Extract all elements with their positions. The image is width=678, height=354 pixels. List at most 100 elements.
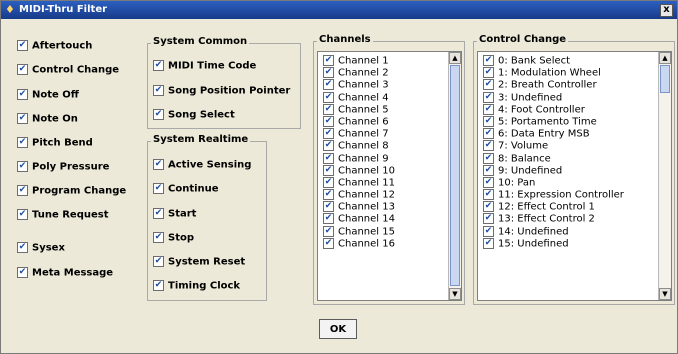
checked-icon[interactable]: ✔: [153, 232, 164, 243]
control-change-list[interactable]: ✔ 0: Bank Select ✔ 1: Modulation Wheel ✔ 2:…: [477, 51, 672, 301]
checked-icon[interactable]: ✔: [323, 91, 334, 103]
list-item[interactable]: ✔ 2: Breath Controller: [478, 79, 658, 91]
checked-icon[interactable]: ✔: [323, 103, 334, 115]
list-item[interactable]: ✔ Channel 14: [318, 213, 448, 225]
checked-icon[interactable]: ✔: [153, 60, 164, 71]
ok-button[interactable]: OK: [319, 319, 357, 339]
list-item[interactable]: ✔ 9: Undefined: [478, 164, 658, 177]
checked-icon[interactable]: ✔: [483, 176, 494, 188]
checkbox-start[interactable]: ✔ Start: [153, 208, 196, 221]
list-item[interactable]: ✔ 4: Foot Controller: [478, 103, 658, 116]
channels-list[interactable]: ✔ Channel 1 ✔ Channel 2 ✔ Channel 3 ✔ Channe…: [317, 51, 462, 301]
list-item[interactable]: ✔ Channel 16: [318, 237, 448, 250]
checkbox-program-change[interactable]: ✔ Program Change: [17, 185, 126, 198]
checked-icon[interactable]: ✔: [153, 109, 164, 120]
checked-icon[interactable]: ✔: [483, 67, 494, 79]
checked-icon[interactable]: ✔: [153, 85, 164, 96]
list-item[interactable]: ✔ Channel 11: [318, 176, 448, 189]
channels-scrollbar[interactable]: ▲ ▼: [448, 52, 461, 300]
checked-icon[interactable]: ✔: [323, 140, 334, 152]
list-item[interactable]: ✔ Channel 4: [318, 91, 448, 104]
list-item[interactable]: ✔ Channel 5: [318, 103, 448, 116]
checked-icon[interactable]: ✔: [483, 55, 494, 66]
checked-icon[interactable]: ✔: [153, 159, 164, 170]
list-item[interactable]: ✔ 5: Portamento Time: [478, 115, 658, 128]
list-item[interactable]: ✔ 3: Undefined: [478, 91, 658, 104]
list-item[interactable]: ✔ Channel 9: [318, 152, 448, 165]
checked-icon[interactable]: ✔: [323, 213, 334, 225]
checked-icon[interactable]: ✔: [483, 237, 494, 249]
scroll-thumb[interactable]: [450, 65, 460, 286]
checked-icon[interactable]: ✔: [323, 115, 334, 127]
checked-icon[interactable]: ✔: [323, 201, 334, 213]
checked-icon[interactable]: ✔: [17, 185, 28, 196]
checked-icon[interactable]: ✔: [17, 161, 28, 172]
checked-icon[interactable]: ✔: [17, 242, 28, 253]
list-item[interactable]: ✔ 15: Undefined: [478, 237, 658, 250]
list-item[interactable]: ✔ Channel 7: [318, 128, 448, 140]
checked-icon[interactable]: ✔: [17, 40, 28, 51]
checkbox-song-position-pointer[interactable]: ✔ Song Position Pointer: [153, 85, 290, 98]
checked-icon[interactable]: ✔: [17, 89, 28, 100]
checkbox-note-on[interactable]: ✔ Note On: [17, 113, 78, 126]
checked-icon[interactable]: ✔: [323, 67, 334, 79]
checkbox-control-change[interactable]: ✔ Control Change: [17, 64, 119, 77]
checkbox-continue[interactable]: ✔ Continue: [153, 183, 219, 196]
checked-icon[interactable]: ✔: [323, 79, 334, 91]
list-item[interactable]: ✔ Channel 6: [318, 115, 448, 128]
checkbox-midi-time-code[interactable]: ✔ MIDI Time Code: [153, 60, 256, 73]
scroll-down-icon[interactable]: ▼: [449, 288, 461, 300]
checked-icon[interactable]: ✔: [483, 91, 494, 103]
checked-icon[interactable]: ✔: [323, 225, 334, 237]
list-item[interactable]: ✔ 10: Pan: [478, 176, 658, 189]
checkbox-system-reset[interactable]: ✔ System Reset: [153, 256, 245, 269]
checkbox-song-select[interactable]: ✔ Song Select: [153, 109, 235, 122]
checked-icon[interactable]: ✔: [17, 267, 28, 278]
list-item[interactable]: ✔ 8: Balance: [478, 152, 658, 165]
list-item[interactable]: ✔ Channel 12: [318, 189, 448, 201]
scroll-up-icon[interactable]: ▲: [449, 52, 461, 64]
checked-icon[interactable]: ✔: [323, 152, 334, 164]
list-item[interactable]: ✔ 12: Effect Control 1: [478, 201, 658, 213]
control-change-scrollbar[interactable]: ▲ ▼: [658, 52, 671, 300]
checked-icon[interactable]: ✔: [17, 209, 28, 220]
checked-icon[interactable]: ✔: [17, 64, 28, 75]
checkbox-poly-pressure[interactable]: ✔ Poly Pressure: [17, 161, 109, 174]
checked-icon[interactable]: ✔: [483, 201, 494, 213]
list-item[interactable]: ✔ 7: Volume: [478, 140, 658, 152]
checked-icon[interactable]: ✔: [483, 79, 494, 91]
close-button[interactable]: x: [660, 4, 673, 17]
scroll-down-icon[interactable]: ▼: [659, 288, 671, 300]
list-item[interactable]: ✔ Channel 2: [318, 67, 448, 79]
list-item[interactable]: ✔ Channel 8: [318, 140, 448, 152]
checkbox-meta-message[interactable]: ✔ Meta Message: [17, 267, 113, 280]
checked-icon[interactable]: ✔: [153, 183, 164, 194]
checkbox-timing-clock[interactable]: ✔ Timing Clock: [153, 280, 240, 293]
list-item[interactable]: ✔ Channel 13: [318, 201, 448, 213]
list-item[interactable]: ✔ Channel 10: [318, 164, 448, 177]
checkbox-sysex[interactable]: ✔ Sysex: [17, 242, 65, 255]
checkbox-pitch-bend[interactable]: ✔ Pitch Bend: [17, 137, 93, 150]
list-item[interactable]: ✔ Channel 15: [318, 225, 448, 238]
checked-icon[interactable]: ✔: [153, 208, 164, 219]
scroll-thumb[interactable]: [660, 65, 670, 93]
list-item[interactable]: ✔ 6: Data Entry MSB: [478, 128, 658, 140]
checked-icon[interactable]: ✔: [323, 189, 334, 201]
checked-icon[interactable]: ✔: [483, 128, 494, 140]
list-item[interactable]: ✔ Channel 1: [318, 55, 448, 67]
checked-icon[interactable]: ✔: [153, 256, 164, 267]
checked-icon[interactable]: ✔: [323, 237, 334, 249]
checked-icon[interactable]: ✔: [483, 189, 494, 201]
list-item[interactable]: ✔ 11: Expression Controller: [478, 189, 658, 201]
scroll-up-icon[interactable]: ▲: [659, 52, 671, 64]
checkbox-stop[interactable]: ✔ Stop: [153, 232, 194, 245]
checked-icon[interactable]: ✔: [483, 152, 494, 164]
checked-icon[interactable]: ✔: [483, 140, 494, 152]
checked-icon[interactable]: ✔: [153, 280, 164, 291]
checked-icon[interactable]: ✔: [483, 103, 494, 115]
checked-icon[interactable]: ✔: [483, 213, 494, 225]
list-item[interactable]: ✔ 0: Bank Select: [478, 55, 658, 67]
list-item[interactable]: ✔ 14: Undefined: [478, 225, 658, 238]
checkbox-active-sensing[interactable]: ✔ Active Sensing: [153, 159, 251, 172]
list-item[interactable]: ✔ 1: Modulation Wheel: [478, 67, 658, 79]
